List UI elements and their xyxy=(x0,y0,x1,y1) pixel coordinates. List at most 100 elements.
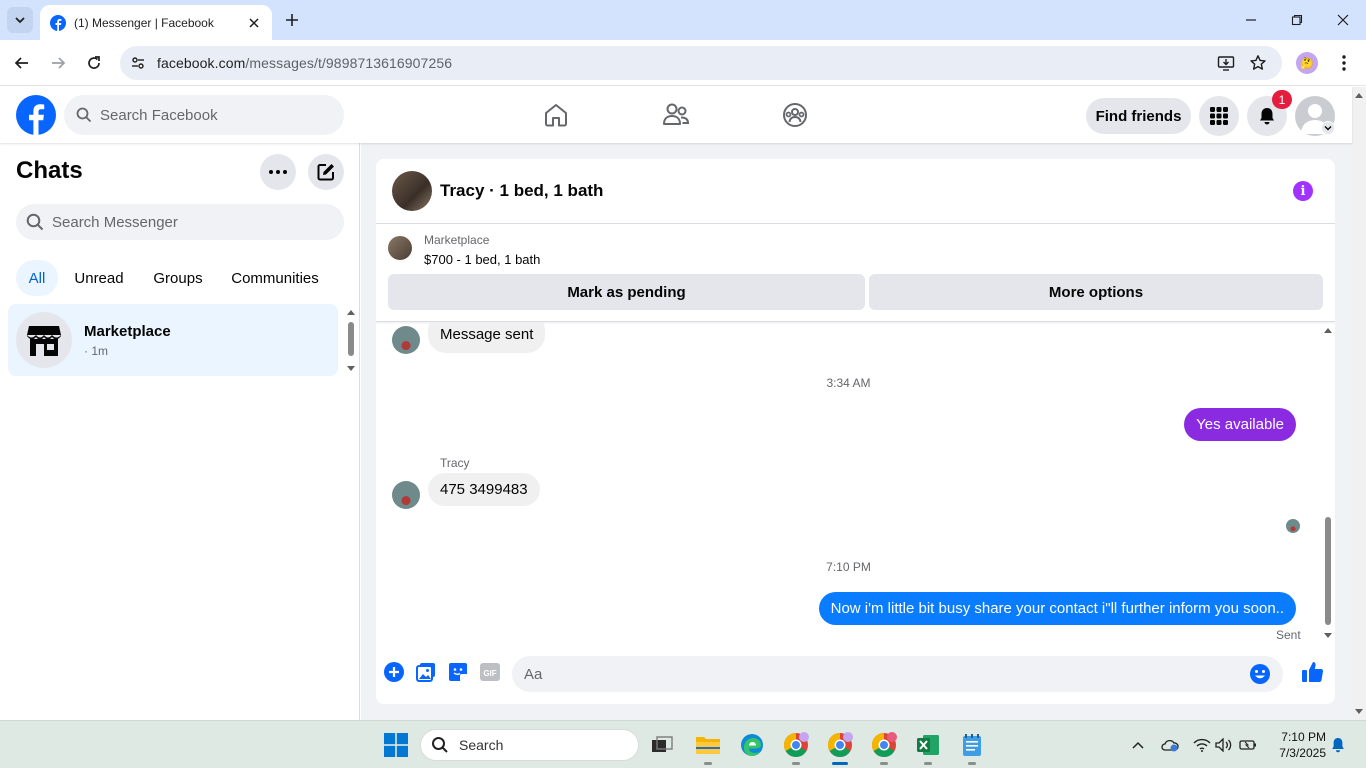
groups-icon xyxy=(783,103,807,127)
file-explorer-icon[interactable] xyxy=(692,729,724,765)
attach-photo-icon[interactable] xyxy=(412,658,440,686)
conversation-avatar[interactable] xyxy=(392,171,432,211)
chat-list-scrollbar[interactable] xyxy=(345,305,357,377)
sticker-icon[interactable] xyxy=(444,658,472,686)
message-bubble-incoming[interactable]: Message sent xyxy=(428,322,546,353)
wifi-icon[interactable] xyxy=(1192,735,1212,755)
onedrive-icon[interactable] xyxy=(1160,735,1180,755)
filter-communities[interactable]: Communities xyxy=(222,260,328,296)
marketplace-listing-banner: Marketplace $700 - 1 bed, 1 bath Mark as… xyxy=(376,224,1335,322)
message-bubble-incoming[interactable]: 475 3499483 xyxy=(428,473,540,506)
groups-nav-button[interactable] xyxy=(779,99,811,131)
message-bubble-outgoing[interactable]: Yes available xyxy=(1184,408,1296,441)
install-app-icon[interactable] xyxy=(1214,51,1238,75)
windows-start-icon[interactable] xyxy=(380,729,412,761)
notepad-icon[interactable] xyxy=(956,729,988,765)
back-button[interactable] xyxy=(8,49,36,77)
chats-title: Chats xyxy=(16,157,83,184)
close-icon[interactable] xyxy=(246,15,262,31)
running-indicator xyxy=(924,762,932,765)
clock-time: 7:10 PM xyxy=(1281,730,1326,744)
listing-title[interactable]: $700 - 1 bed, 1 bath xyxy=(424,252,540,267)
plus-icon xyxy=(286,14,298,26)
conversation-title[interactable]: Tracy · 1 bed, 1 bath xyxy=(440,181,603,201)
gif-icon[interactable]: GIF xyxy=(476,658,504,686)
task-view-icon[interactable] xyxy=(646,729,678,761)
sender-avatar[interactable] xyxy=(392,326,420,354)
info-icon[interactable]: i xyxy=(1293,181,1313,201)
chats-options-button[interactable] xyxy=(260,154,296,190)
chrome-profile-3-icon[interactable] xyxy=(868,729,900,765)
excel-icon[interactable] xyxy=(912,729,944,765)
taskbar-clock[interactable]: 7:10 PM 7/3/2025 xyxy=(1262,729,1326,761)
chats-panel: Chats Search Messenger All Unread Groups… xyxy=(0,143,360,720)
edge-browser-icon[interactable] xyxy=(736,729,768,761)
sender-avatar[interactable] xyxy=(392,481,420,509)
taskbar-search[interactable]: Search xyxy=(420,729,639,761)
more-horizontal-icon xyxy=(269,170,287,174)
new-message-button[interactable] xyxy=(308,154,344,190)
address-bar[interactable]: facebook.com/messages/t/9898713616907256 xyxy=(120,46,1282,80)
windows-taskbar: Search 7:10 PM 7/3/2025 xyxy=(0,720,1366,768)
home-icon xyxy=(545,104,567,127)
close-window-button[interactable] xyxy=(1320,6,1366,34)
running-indicator xyxy=(792,762,800,765)
menu-button[interactable] xyxy=(1199,96,1239,136)
filter-unread[interactable]: Unread xyxy=(66,260,132,296)
thread-scrollbar[interactable] xyxy=(1321,322,1335,644)
search-icon xyxy=(432,737,448,753)
volume-icon[interactable] xyxy=(1214,735,1234,755)
marketplace-store-icon xyxy=(27,326,61,356)
message-composer: GIF Aa xyxy=(376,654,1335,694)
reload-icon xyxy=(88,56,100,69)
running-indicator xyxy=(880,762,888,765)
listing-thumbnail[interactable] xyxy=(388,236,412,260)
message-input-placeholder: Aa xyxy=(524,665,543,683)
browser-tab-messenger[interactable]: (1) Messenger | Facebook xyxy=(40,5,272,40)
close-icon xyxy=(1337,14,1349,26)
new-tab-button[interactable] xyxy=(280,8,304,32)
bookmark-star-icon[interactable] xyxy=(1246,51,1270,75)
page-scrollbar[interactable] xyxy=(1352,87,1366,720)
account-menu-chevron-icon[interactable] xyxy=(1321,121,1335,135)
thumbs-up-icon[interactable] xyxy=(1299,658,1327,686)
facebook-search-placeholder: Search Facebook xyxy=(100,106,218,124)
timestamp-divider: 3:34 AM xyxy=(826,376,871,390)
filter-groups[interactable]: Groups xyxy=(144,260,212,296)
find-friends-button[interactable]: Find friends xyxy=(1086,98,1191,134)
more-options-button[interactable]: More options xyxy=(869,274,1323,310)
friends-nav-button[interactable] xyxy=(660,99,692,131)
chrome-profile-1-icon[interactable] xyxy=(780,729,812,765)
chrome-profile-2-icon[interactable] xyxy=(824,729,856,765)
tab-search-button[interactable] xyxy=(7,7,33,33)
message-bubble-outgoing[interactable]: Now i'm little bit busy share your conta… xyxy=(818,592,1296,625)
profile-icon[interactable]: 🤔 xyxy=(1296,52,1318,74)
grid-menu-icon xyxy=(1210,107,1228,125)
home-nav-button[interactable] xyxy=(540,99,572,131)
minimize-button[interactable] xyxy=(1228,6,1274,34)
browser-menu-icon[interactable] xyxy=(1332,51,1356,75)
messenger-search-input[interactable]: Search Messenger xyxy=(16,204,344,240)
emoji-icon[interactable] xyxy=(1249,663,1271,685)
restore-button[interactable] xyxy=(1274,6,1320,34)
bell-icon xyxy=(1260,108,1274,125)
forward-button[interactable] xyxy=(44,49,72,77)
notification-badge: 1 xyxy=(1272,90,1292,109)
reload-button[interactable] xyxy=(80,49,108,77)
show-hidden-icons-chevron-icon[interactable] xyxy=(1128,735,1148,755)
running-indicator xyxy=(968,762,976,765)
message-input[interactable]: Aa xyxy=(512,656,1283,692)
facebook-logo-icon[interactable] xyxy=(16,95,56,135)
tab-title: (1) Messenger | Facebook xyxy=(74,15,214,30)
mark-as-pending-button[interactable]: Mark as pending xyxy=(388,274,865,310)
taskbar-search-label: Search xyxy=(459,737,504,753)
battery-icon[interactable] xyxy=(1238,735,1258,755)
conversation-panel: Tracy · 1 bed, 1 bath i Marketplace $700… xyxy=(376,159,1335,704)
filter-all[interactable]: All xyxy=(16,260,58,296)
more-actions-plus-icon[interactable] xyxy=(380,658,408,686)
chat-list-item-marketplace[interactable]: Marketplace · 1m xyxy=(8,304,338,376)
notification-center-bell-icon[interactable] xyxy=(1328,735,1348,755)
facebook-search-input[interactable]: Search Facebook xyxy=(64,95,344,135)
site-info-icon[interactable] xyxy=(123,48,153,78)
url-path: /messages/t/9898713616907256 xyxy=(245,55,453,71)
